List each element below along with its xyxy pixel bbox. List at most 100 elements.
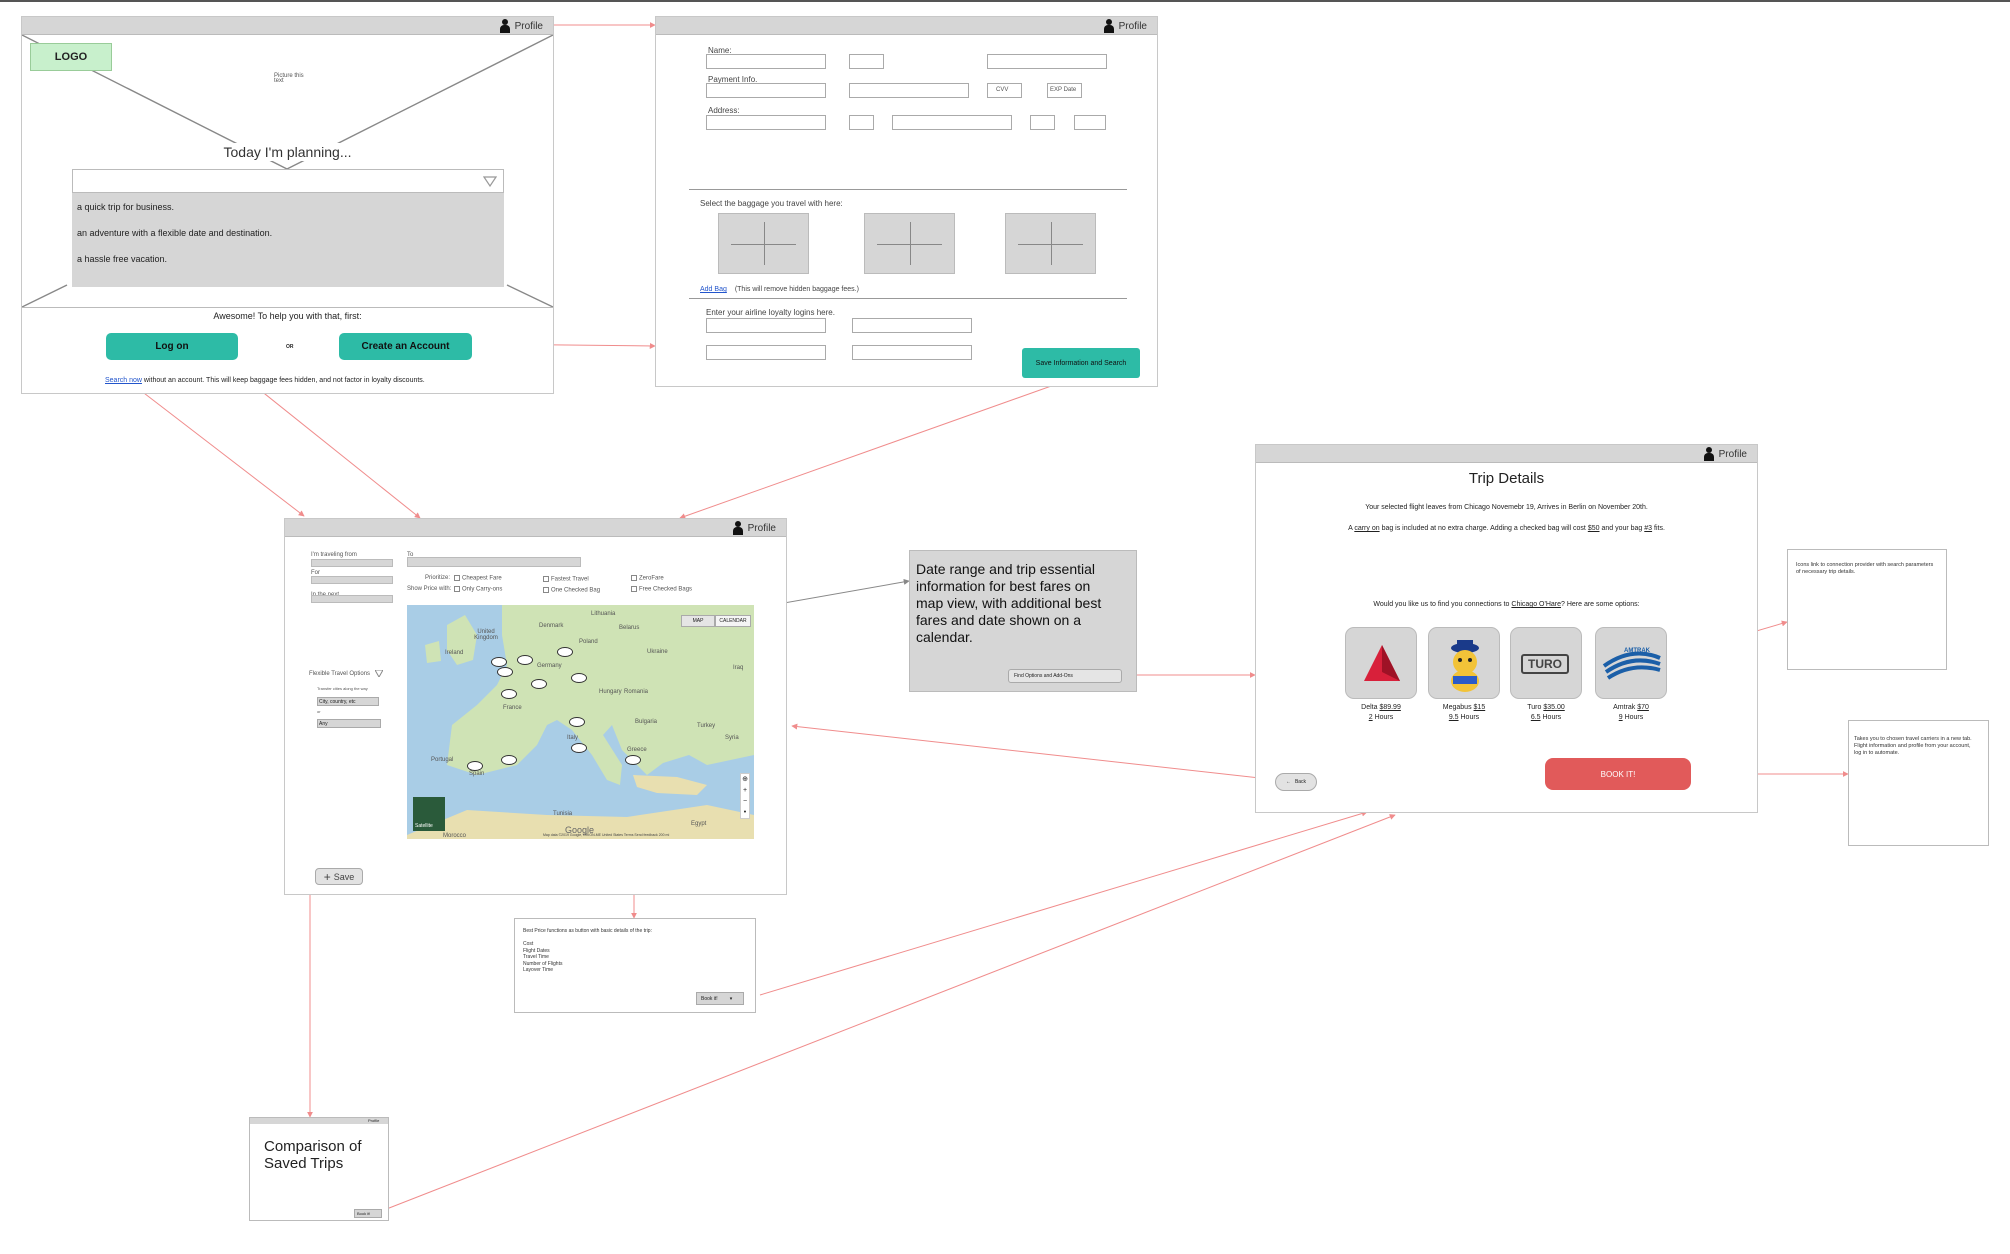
loyalty-number-field-2[interactable] bbox=[852, 345, 972, 360]
loyalty-airline-field-2[interactable] bbox=[706, 345, 826, 360]
one-bag-option[interactable]: One Checked Bag bbox=[543, 587, 600, 594]
fare-pin[interactable] bbox=[501, 755, 517, 765]
flexible-options-label[interactable]: Flexible Travel Options bbox=[309, 671, 370, 677]
profile-label[interactable]: Profile bbox=[368, 1118, 379, 1123]
unit-field[interactable] bbox=[849, 115, 874, 130]
fare-pin[interactable] bbox=[531, 679, 547, 689]
trip-flight-info: Your selected flight leaves from Chicago… bbox=[1365, 504, 1648, 511]
map-label-morocco: Morocco bbox=[443, 833, 467, 839]
cvv-field[interactable]: CVV bbox=[987, 83, 1022, 98]
delta-tile[interactable] bbox=[1345, 627, 1417, 699]
megabus-tile[interactable] bbox=[1428, 627, 1500, 699]
fastest-option[interactable]: Fastest Travel bbox=[543, 576, 589, 583]
last-name-field[interactable] bbox=[987, 54, 1107, 69]
book-it-button[interactable]: BOOK IT! bbox=[1545, 758, 1691, 790]
welcome-header-bar: Profile bbox=[22, 17, 553, 35]
arrow-search-now-to-search bbox=[139, 389, 305, 517]
fare-pin[interactable] bbox=[569, 717, 585, 727]
plan-dropdown[interactable] bbox=[72, 169, 504, 193]
state-field[interactable] bbox=[1030, 115, 1055, 130]
turo-tile[interactable]: TURO bbox=[1510, 627, 1582, 699]
fare-pin[interactable] bbox=[517, 655, 533, 665]
baggage-label: Select the baggage you travel with here: bbox=[700, 199, 843, 208]
fare-pin[interactable] bbox=[557, 647, 573, 657]
find-options-button[interactable]: Find Options and Add-Ons bbox=[1008, 669, 1122, 683]
profile-link[interactable]: Profile bbox=[732, 520, 776, 536]
fare-pin[interactable] bbox=[571, 743, 587, 753]
filter-icon bbox=[375, 670, 383, 677]
show-price-label: Show Price with: bbox=[407, 586, 452, 592]
trip-header-bar: Profile bbox=[1256, 445, 1757, 463]
map-tab[interactable]: MAP bbox=[681, 615, 715, 627]
card-number-field[interactable] bbox=[849, 83, 969, 98]
zoom-controls[interactable]: ⊕ + − • bbox=[740, 773, 750, 819]
turo-logo-icon: TURO bbox=[1521, 654, 1569, 674]
fare-pin[interactable] bbox=[625, 755, 641, 765]
best-fare-details: Cost Flight Dates Travel Time Number of … bbox=[523, 941, 563, 973]
profile-link[interactable]: Profile bbox=[1703, 446, 1747, 462]
traveling-from-label: I'm traveling from bbox=[311, 552, 357, 558]
create-account-button[interactable]: Create an Account bbox=[339, 333, 472, 360]
fare-pin[interactable] bbox=[491, 657, 507, 667]
exp-date-field[interactable]: EXP Date bbox=[1047, 83, 1082, 98]
save-and-search-button[interactable]: Save Information and Search bbox=[1022, 348, 1140, 378]
map-label-romania: Romania bbox=[624, 689, 649, 695]
free-bags-option[interactable]: Free Checked Bags bbox=[631, 586, 692, 593]
divider bbox=[689, 298, 1127, 299]
log-on-button[interactable]: Log on bbox=[106, 333, 238, 360]
best-fare-card: Best Price functions as button with basi… bbox=[514, 918, 756, 1013]
to-field[interactable] bbox=[407, 557, 581, 567]
fare-pin[interactable] bbox=[501, 689, 517, 699]
search-header-bar: Profile bbox=[285, 519, 786, 537]
from-field[interactable] bbox=[311, 559, 393, 567]
amtrak-tile[interactable]: AMTRAK bbox=[1595, 627, 1667, 699]
transfer-city-field[interactable]: City, country, etc bbox=[317, 697, 379, 706]
search-now-note: without an account. This will keep bagga… bbox=[143, 377, 425, 384]
profile-link[interactable]: Profile bbox=[1103, 18, 1147, 34]
travelers-field[interactable] bbox=[311, 576, 393, 584]
fare-map[interactable]: Lithuania Belarus United Kingdom Ireland… bbox=[407, 605, 754, 839]
street-field[interactable] bbox=[706, 115, 826, 130]
map-label-spain: Spain bbox=[469, 771, 485, 777]
city-field[interactable] bbox=[892, 115, 1012, 130]
book-it-small-button[interactable]: Book it! bbox=[354, 1209, 382, 1218]
trip-title: Trip Details bbox=[1468, 470, 1545, 487]
map-label-uk: United Kingdom bbox=[474, 629, 498, 641]
back-button[interactable]: ← Back bbox=[1275, 773, 1317, 791]
person-icon bbox=[732, 521, 743, 535]
loyalty-label: Enter your airline loyalty logins here. bbox=[706, 308, 835, 317]
zerofare-option[interactable]: ZeroFare bbox=[631, 575, 664, 582]
baggage-slot-1[interactable] bbox=[718, 213, 809, 274]
cheapest-option[interactable]: Cheapest Fare bbox=[454, 575, 502, 582]
map-label-denmark: Denmark bbox=[539, 623, 564, 629]
calendar-tab[interactable]: CALENDAR bbox=[715, 615, 751, 627]
plan-option-vacation[interactable]: a hassle free vacation. bbox=[77, 254, 167, 264]
date-range-field[interactable] bbox=[311, 595, 393, 603]
first-name-field[interactable] bbox=[706, 54, 826, 69]
fare-pin[interactable] bbox=[497, 667, 513, 677]
amtrak-wordmark: AMTRAK bbox=[1624, 648, 1650, 654]
satellite-toggle[interactable]: Satellite bbox=[415, 823, 433, 829]
plan-option-business[interactable]: a quick trip for business. bbox=[77, 202, 174, 212]
fare-pin[interactable] bbox=[571, 673, 587, 683]
zip-field[interactable] bbox=[1074, 115, 1106, 130]
fare-pin[interactable] bbox=[467, 761, 483, 771]
divider bbox=[22, 307, 553, 308]
loyalty-airline-field[interactable] bbox=[706, 318, 826, 333]
arrow-left-icon: ← bbox=[1285, 779, 1291, 785]
transfer-city-field-2[interactable]: Any bbox=[317, 719, 381, 728]
card-name-field[interactable] bbox=[706, 83, 826, 98]
loyalty-number-field[interactable] bbox=[852, 318, 972, 333]
save-button[interactable]: + Save bbox=[315, 868, 363, 885]
baggage-slot-3[interactable] bbox=[1005, 213, 1096, 274]
search-now-link[interactable]: Search now bbox=[105, 377, 142, 384]
middle-initial-field[interactable] bbox=[849, 54, 884, 69]
baggage-slot-2[interactable] bbox=[864, 213, 955, 274]
add-bag-link[interactable]: Add Bag bbox=[700, 286, 727, 293]
carry-on-option[interactable]: Only Carry-ons bbox=[454, 586, 502, 593]
map-label-germany: Germany bbox=[537, 663, 562, 669]
chevron-down-icon: ▾ bbox=[729, 995, 733, 1002]
plan-option-adventure[interactable]: an adventure with a flexible date and de… bbox=[77, 228, 272, 238]
profile-link[interactable]: Profile bbox=[499, 18, 543, 34]
book-it-small-button[interactable]: Book it! ▾ bbox=[696, 992, 744, 1005]
